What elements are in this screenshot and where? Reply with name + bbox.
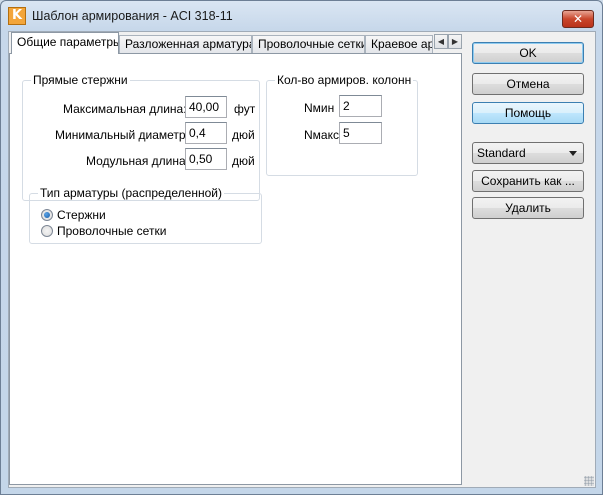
reinforcement-type-title: Тип арматуры (распределенной) (38, 186, 224, 200)
tab-scroll-right-icon[interactable]: ▶ (448, 34, 462, 49)
tab-general[interactable]: Общие параметры (11, 32, 119, 54)
cancel-button[interactable]: Отмена (472, 73, 584, 95)
tab-panel-general: Прямые стержни Максимальная длина: 40,00… (9, 53, 462, 485)
n-min-input[interactable]: 2 (339, 95, 382, 117)
title-bar[interactable]: K Шаблон армирования - ACI 318-11 ✕ (1, 1, 602, 33)
template-select[interactable]: Standard (472, 142, 584, 164)
tab-wire-mesh[interactable]: Проволочные сетки (252, 35, 365, 53)
tab-strip: Общие параметры Разложенная арматура Про… (9, 32, 464, 54)
ok-button[interactable]: OK (472, 42, 584, 64)
wire-mesh-radio-label[interactable]: Проволочные сетки (57, 224, 166, 238)
app-logo-icon: K (8, 7, 26, 25)
tab-distributed-reinforcement[interactable]: Разложенная арматура (119, 35, 252, 53)
min-diameter-label: Минимальный диаметр: (55, 128, 189, 142)
min-diameter-unit: дюй (232, 128, 255, 142)
delete-button[interactable]: Удалить (472, 197, 584, 219)
dialog-window: K Шаблон армирования - ACI 318-11 ✕ Общи… (0, 0, 603, 495)
wire-mesh-radio[interactable] (41, 225, 53, 237)
modular-length-input[interactable]: 0,50 (185, 148, 227, 170)
column-reinforcement-title: Кол-во армиров. колонн (275, 73, 414, 87)
bars-radio[interactable] (41, 209, 53, 221)
min-diameter-input[interactable]: 0,4 (185, 122, 227, 144)
help-button[interactable]: Помощь (472, 102, 584, 124)
window-title: Шаблон армирования - ACI 318-11 (32, 9, 233, 23)
template-select-value: Standard (477, 146, 526, 160)
save-as-button[interactable]: Сохранить как ... (472, 170, 584, 192)
modular-length-unit: дюй (232, 154, 255, 168)
n-max-input[interactable]: 5 (339, 122, 382, 144)
n-min-label: Nмин (304, 101, 335, 115)
straight-bars-title: Прямые стержни (31, 73, 130, 87)
bars-radio-label[interactable]: Стержни (57, 208, 106, 222)
max-length-label: Максимальная длина: (63, 102, 187, 116)
tab-edge-reinforcement[interactable]: Краевое арм (365, 35, 433, 53)
close-button[interactable]: ✕ (562, 10, 594, 28)
tab-scroll-left-icon[interactable]: ◀ (434, 34, 448, 49)
resize-grip-icon[interactable] (584, 476, 594, 486)
chevron-down-icon (569, 151, 577, 156)
dialog-body: Общие параметры Разложенная арматура Про… (8, 31, 596, 488)
modular-length-label: Модульная длина: (86, 154, 190, 168)
max-length-input[interactable]: 40,00 (185, 96, 227, 118)
n-max-label: Nмакс (304, 128, 339, 142)
max-length-unit: фут (234, 102, 256, 116)
